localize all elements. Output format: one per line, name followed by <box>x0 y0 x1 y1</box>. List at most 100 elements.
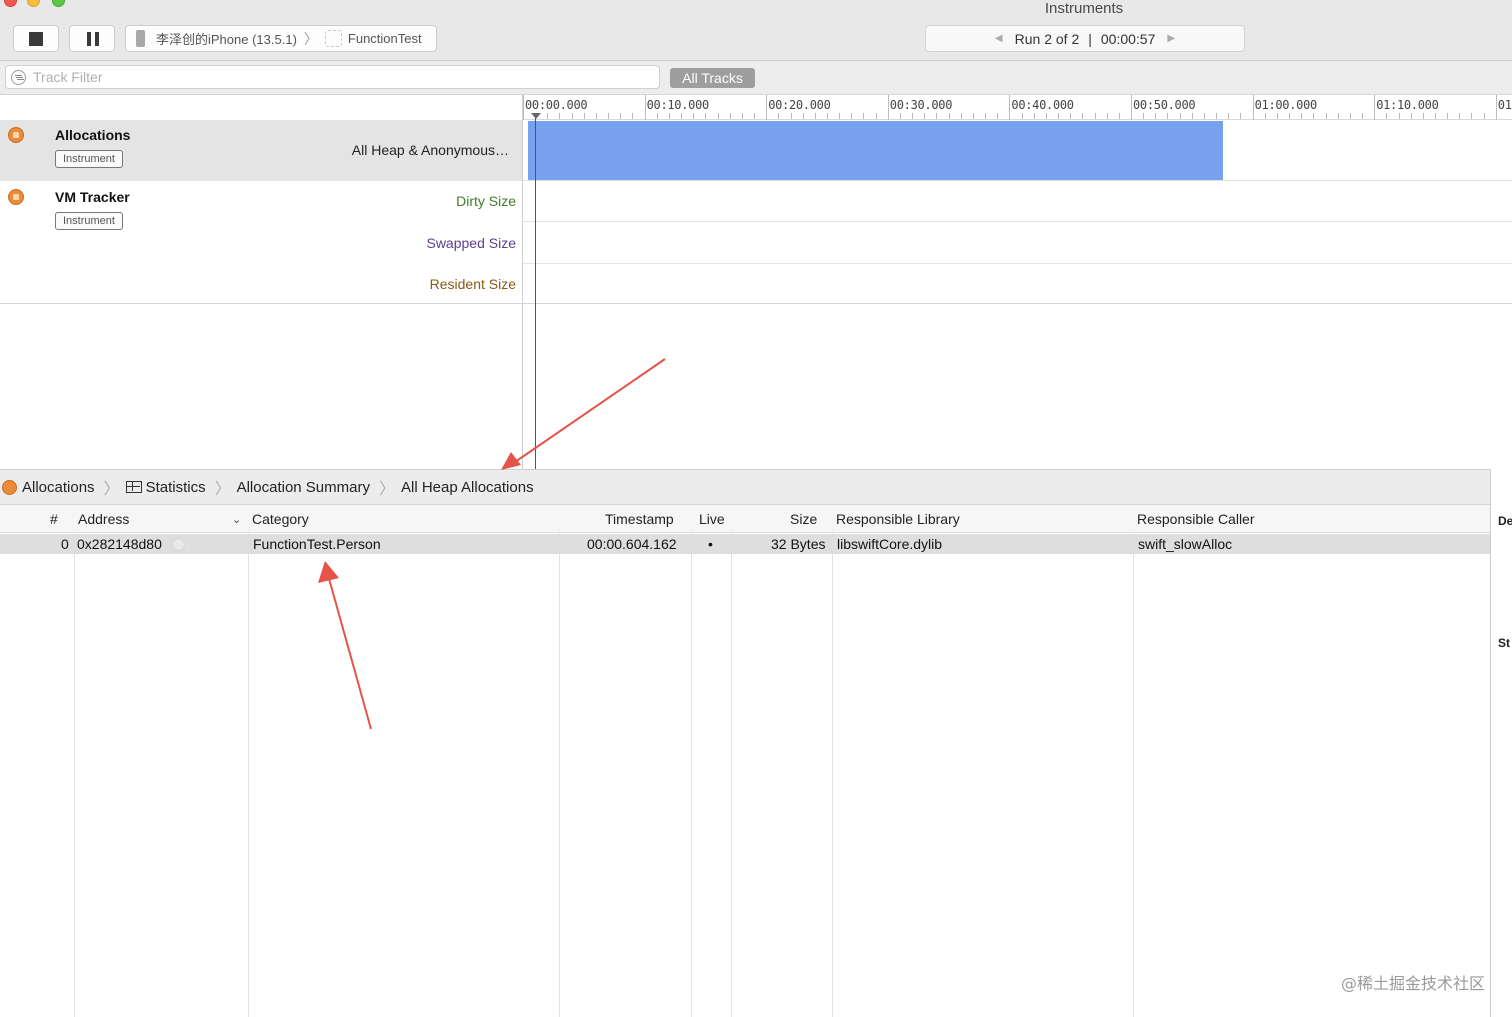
allocations-table: # Address ⌄ Category Timestamp Live Size… <box>0 505 1490 1017</box>
jumpbar-allocations[interactable]: Allocations <box>0 479 95 496</box>
pause-recording-button[interactable] <box>69 25 115 52</box>
vm-tracker-instrument-name: VM Tracker <box>55 189 130 205</box>
ruler-minor-tick <box>559 113 561 119</box>
chevron-right-icon: 〉 <box>303 30 318 47</box>
track-filter-field[interactable]: Track Filter <box>5 65 660 89</box>
ruler-tick-label: 01:10.000 <box>1376 98 1439 112</box>
ruler-tick-label: 01:00.000 <box>1254 98 1318 112</box>
allocations-icon <box>2 479 17 495</box>
ruler-minor-tick <box>912 113 914 119</box>
inspector-heading-top: De <box>1498 514 1512 528</box>
cell-responsible-library: libswiftCore.dylib <box>837 536 943 552</box>
jumpbar-allocation-summary[interactable]: Allocation Summary <box>237 479 370 496</box>
column-header-timestamp[interactable]: Timestamp <box>605 505 674 533</box>
ruler-minor-tick <box>620 113 622 119</box>
column-separator <box>691 505 692 1017</box>
all-tracks-button[interactable]: All Tracks <box>670 68 755 88</box>
pause-icon <box>87 32 91 46</box>
previous-run-icon[interactable]: ◀ <box>995 33 1003 44</box>
chevron-down-icon[interactable]: ⌄ <box>232 513 241 526</box>
ruler-minor-tick <box>1362 113 1364 119</box>
column-header-index[interactable]: # <box>50 505 58 533</box>
ruler-minor-tick <box>1033 113 1035 119</box>
ruler-minor-tick <box>1082 113 1084 119</box>
ruler-major-tick <box>766 95 768 120</box>
table-row[interactable]: 0 0x282148d80 FunctionTest.Person 00:00.… <box>0 534 1490 554</box>
instrument-tag: Instrument <box>55 212 123 230</box>
detail-jump-bar: Allocations 〉 Statistics 〉 Allocation Su… <box>0 469 1512 505</box>
stop-recording-button[interactable] <box>13 25 59 52</box>
allocations-instrument-name: Allocations <box>55 127 131 143</box>
column-header-address[interactable]: Address <box>78 505 129 533</box>
ruler-minor-tick <box>1435 113 1436 119</box>
ruler-minor-tick <box>1422 113 1424 119</box>
ruler-major-tick <box>1131 95 1132 120</box>
focus-arrow-icon[interactable] <box>171 538 185 551</box>
track-filter-placeholder: Track Filter <box>33 69 103 85</box>
cell-category: FunctionTest.Person <box>253 536 381 552</box>
target-selector[interactable]: 李泽创的iPhone (13.5.1) 〉 FunctionTest <box>125 25 437 52</box>
ruler-minor-tick <box>595 113 597 119</box>
column-separator <box>74 505 75 1017</box>
jumpbar-all-heap-allocations-label: All Heap Allocations <box>401 478 534 496</box>
ruler-minor-tick <box>1459 113 1461 119</box>
annotation-arrow-timeline <box>501 358 666 470</box>
ruler-tick-label: 00:00.000 <box>525 98 588 112</box>
ruler-minor-tick <box>1167 113 1169 119</box>
ruler-minor-tick <box>1289 113 1291 119</box>
playhead-line[interactable] <box>535 118 536 469</box>
column-header-category[interactable]: Category <box>252 505 309 533</box>
ruler-minor-tick <box>924 113 926 119</box>
cell-timestamp: 00:00.604.162 <box>587 536 677 552</box>
toolbar: Instruments 李泽创的iPhone (13.5.1) 〉 Functi… <box>0 0 1512 61</box>
chevron-right-icon: 〉 <box>214 481 231 498</box>
next-run-icon[interactable]: ▶ <box>1167 33 1175 44</box>
column-header-size[interactable]: Size <box>790 505 817 533</box>
stop-icon <box>29 32 43 46</box>
ruler-minor-tick <box>1313 113 1315 119</box>
address-value: 0x282148d80 <box>77 536 162 552</box>
ruler-minor-tick <box>899 113 901 119</box>
ruler-minor-tick <box>668 113 670 119</box>
cell-responsible-caller: swift_slowAlloc <box>1138 536 1233 552</box>
track-divider[interactable] <box>522 95 523 469</box>
ruler-minor-tick <box>547 113 549 119</box>
ruler-tick-label: 01 <box>1497 98 1512 112</box>
jumpbar-all-heap-allocations[interactable]: All Heap Allocations <box>401 479 534 496</box>
ruler-minor-tick <box>632 113 634 119</box>
inspector-heading-mid: St <box>1498 636 1510 650</box>
chevron-right-icon: 〉 <box>378 481 395 498</box>
playhead-handle[interactable] <box>531 113 541 119</box>
ruler-minor-tick <box>656 113 658 119</box>
column-header-responsible-caller[interactable]: Responsible Caller <box>1137 505 1255 533</box>
column-separator <box>731 505 732 1017</box>
device-name: 李泽创的iPhone (13.5.1) <box>156 32 297 47</box>
ruler-minor-tick <box>863 113 865 119</box>
ruler-minor-tick <box>583 113 585 119</box>
column-separator <box>559 505 560 1017</box>
ruler-minor-tick <box>1058 113 1060 119</box>
track-label-all-heap: All Heap & Anonymous… <box>351 142 509 158</box>
ruler-minor-tick <box>802 113 804 119</box>
ruler-minor-tick <box>1143 113 1145 119</box>
ruler-minor-tick <box>1094 113 1096 119</box>
time-ruler[interactable]: 00:00.000 00:10.000 00:20.000 00:30.000 00:4… <box>523 95 1512 120</box>
ruler-minor-tick <box>875 113 877 119</box>
column-header-responsible-library[interactable]: Responsible Library <box>836 505 960 533</box>
track-label-swapped-size: Swapped Size <box>426 235 516 251</box>
iphone-icon <box>136 30 145 47</box>
ruler-minor-tick <box>1045 113 1047 119</box>
jumpbar-statistics[interactable]: Statistics <box>125 479 206 496</box>
track-label-resident-size: Resident Size <box>429 276 516 292</box>
column-separator <box>248 505 249 1017</box>
ruler-minor-tick <box>1349 113 1351 119</box>
run-separator: | <box>1088 30 1092 47</box>
cell-address: 0x282148d80 <box>77 534 185 554</box>
app-name: FunctionTest <box>347 31 422 46</box>
column-header-live[interactable]: Live <box>699 505 725 533</box>
ruler-minor-tick <box>1203 113 1205 119</box>
run-label: Run 2 of 2 <box>1014 30 1080 47</box>
chevron-right-icon: 〉 <box>103 481 120 498</box>
cell-live: • <box>708 536 713 552</box>
ruler-minor-tick <box>1325 113 1327 119</box>
